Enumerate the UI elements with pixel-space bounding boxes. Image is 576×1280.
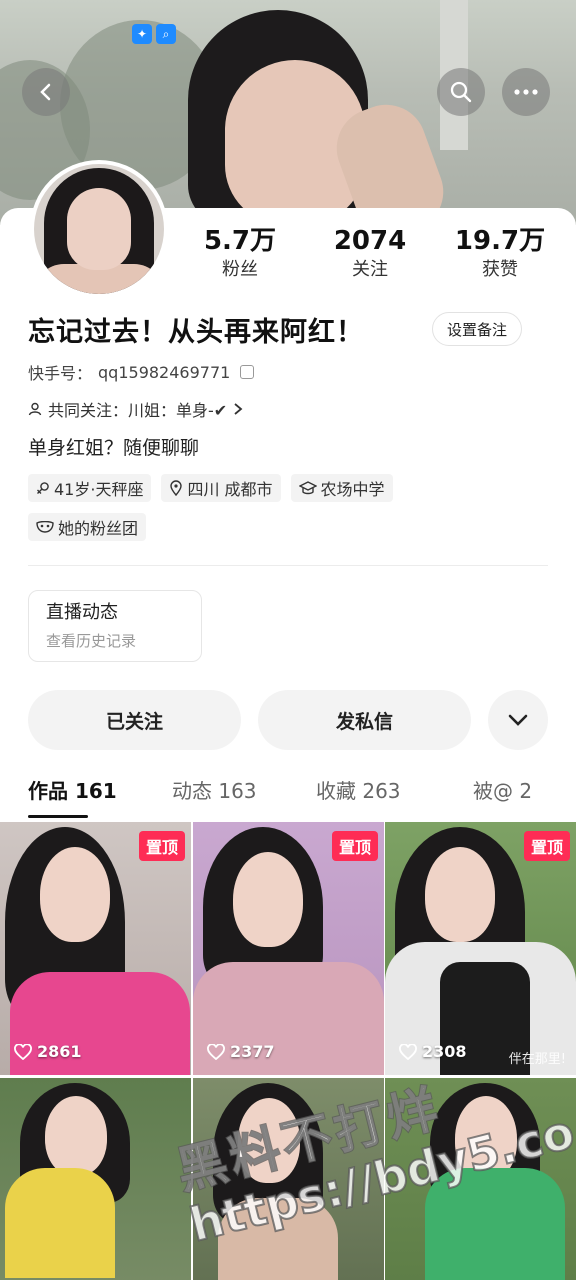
- works-grid: 置顶 2861 置顶 2377 置顶 2308 伴在那里!: [0, 822, 576, 1280]
- profile-tags: 41岁·天秤座 四川 成都市 农场中学: [28, 474, 548, 502]
- profile-stats: 5.7万 粉丝 2074 关注 19.7万 获赞: [190, 225, 550, 283]
- video-thumbnail[interactable]: [385, 1078, 576, 1280]
- ellipsis-icon: [514, 89, 538, 95]
- fan-group-tag[interactable]: 她的粉丝团: [28, 513, 147, 541]
- send-message-button[interactable]: 发私信: [258, 690, 471, 750]
- heart-icon: [399, 1043, 417, 1060]
- location-icon: [170, 480, 183, 496]
- video-thumbnail[interactable]: 置顶 2377: [193, 822, 384, 1075]
- content-tabs: 作品 161 动态 163 收藏 263 被@ 2: [28, 775, 548, 823]
- tag-text: 四川 成都市: [187, 480, 273, 499]
- heart-icon: [14, 1043, 32, 1060]
- tag-text: 她的粉丝团: [58, 519, 139, 538]
- stat-likes[interactable]: 19.7万 获赞: [450, 225, 550, 283]
- person-icon: [28, 402, 42, 416]
- video-thumbnail[interactable]: 置顶 2308 伴在那里!: [385, 822, 576, 1075]
- mutual-follow[interactable]: 共同关注：川姐：单身-✔: [28, 397, 243, 421]
- action-row: 已关注 发私信: [28, 690, 548, 750]
- avatar[interactable]: [30, 160, 168, 298]
- school-icon: [298, 481, 317, 495]
- video-thumbnail[interactable]: [0, 1078, 191, 1280]
- search-icon: [450, 81, 472, 103]
- tab-works[interactable]: 作品 161: [28, 775, 117, 804]
- tag-school: 农场中学: [290, 474, 393, 502]
- following-button[interactable]: 已关注: [28, 690, 241, 750]
- tab-favorites[interactable]: 收藏 263: [316, 775, 401, 804]
- pinned-badge: 置顶: [138, 831, 185, 861]
- tag-text: 农场中学: [320, 480, 385, 499]
- kuaishou-id-label: 快手号：: [28, 364, 93, 383]
- pinned-badge: 置顶: [523, 831, 570, 861]
- like-count-text: 2308: [422, 1042, 467, 1061]
- video-caption: 伴在那里!: [508, 1052, 566, 1067]
- tag-location: 四川 成都市: [161, 474, 281, 502]
- bio: 单身红姐？随便聊聊: [28, 437, 200, 459]
- tag-text: 41岁·天秤座: [54, 480, 144, 499]
- tag-age: 41岁·天秤座: [28, 474, 152, 502]
- chevron-left-icon: [40, 83, 51, 101]
- heart-icon: [207, 1043, 225, 1060]
- more-actions-button[interactable]: [488, 690, 548, 750]
- like-count: 2308: [399, 1042, 467, 1061]
- profile-screen: ✦ ⌕ 5.7万 粉丝 2074 关注 19.7万 获赞 忘记过去！从头再来阿红…: [0, 0, 576, 1280]
- more-button[interactable]: [502, 68, 550, 116]
- video-thumbnail[interactable]: 置顶 2861: [0, 822, 191, 1075]
- like-count: 2861: [14, 1042, 82, 1061]
- stat-following[interactable]: 2074 关注: [320, 225, 420, 283]
- stat-fans[interactable]: 5.7万 粉丝: [190, 225, 290, 283]
- active-tab-indicator: [28, 815, 88, 818]
- nickname: 忘记过去！从头再来阿红！: [28, 317, 364, 348]
- tab-moments[interactable]: 动态 163: [172, 775, 257, 804]
- fan-group-row: 她的粉丝团: [28, 513, 147, 541]
- mutual-follow-text: 共同关注：川姐：单身-✔: [48, 401, 228, 420]
- stat-number: 2074: [333, 226, 407, 256]
- live-history-card[interactable]: 直播动态 查看历史记录: [28, 590, 202, 662]
- chevron-right-icon: [234, 403, 243, 415]
- back-button[interactable]: [22, 68, 70, 116]
- set-remark-button[interactable]: 设置备注: [432, 312, 522, 346]
- video-thumbnail[interactable]: [193, 1078, 384, 1280]
- like-count: 2377: [207, 1042, 275, 1061]
- like-count-text: 2377: [230, 1042, 275, 1061]
- live-card-subtitle: 查看历史记录: [46, 632, 137, 650]
- kuaishou-id-value: qq15982469771: [98, 362, 231, 382]
- divider: [28, 565, 548, 566]
- live-card-title: 直播动态: [46, 602, 118, 623]
- stat-label: 粉丝: [222, 259, 258, 280]
- stat-number: 19.7万: [454, 226, 546, 256]
- copy-icon[interactable]: [240, 365, 255, 379]
- search-button[interactable]: [437, 68, 485, 116]
- stat-number: 5.7万: [203, 226, 277, 256]
- bulb-icon: ✦: [132, 24, 152, 44]
- pinned-badge: 置顶: [331, 831, 378, 861]
- like-count-text: 2861: [37, 1042, 82, 1061]
- status-badges: ✦ ⌕: [132, 24, 176, 44]
- kuaishou-id: 快手号： qq15982469771: [28, 360, 255, 384]
- search-icon: ⌕: [156, 24, 176, 44]
- gender-icon: [37, 482, 49, 494]
- tab-mentions[interactable]: 被@ 2: [473, 775, 532, 804]
- chevron-down-icon: [508, 714, 528, 726]
- mask-icon: [36, 521, 54, 533]
- stat-label: 关注: [352, 259, 388, 280]
- stat-label: 获赞: [482, 259, 518, 280]
